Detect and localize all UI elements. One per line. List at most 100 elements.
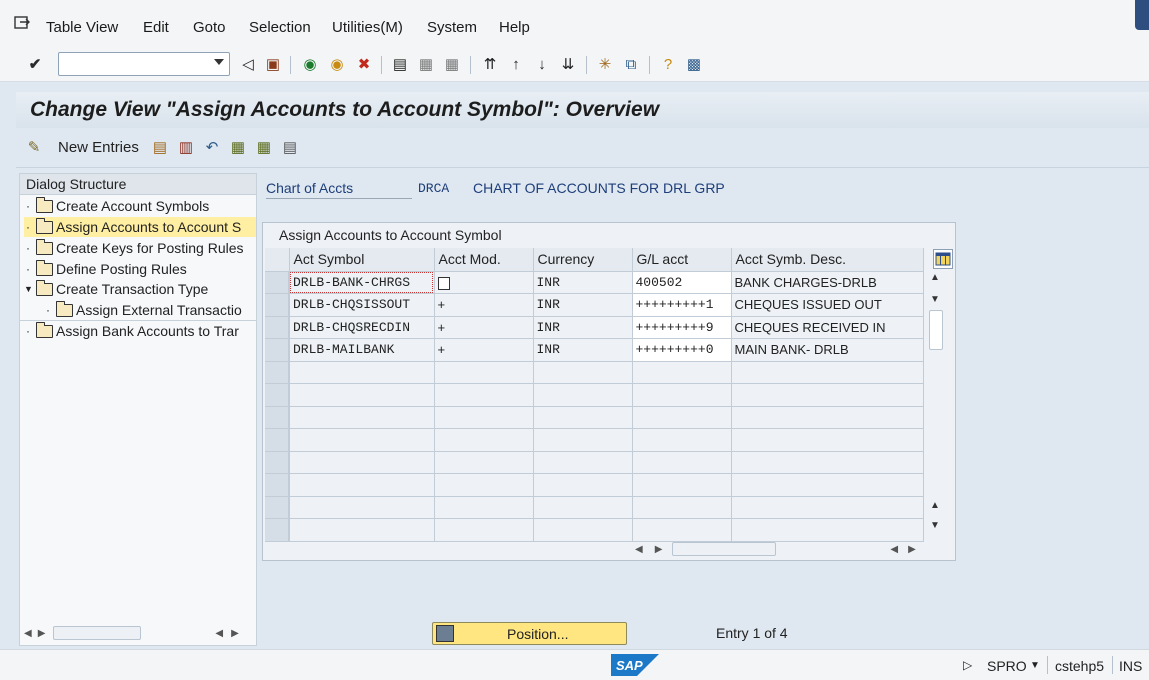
- empty-cell[interactable]: [632, 383, 732, 407]
- gl-acct-cell[interactable]: +++++++++9: [632, 316, 732, 339]
- last-page-icon[interactable]: ⇊: [558, 54, 578, 74]
- menu-system[interactable]: System: [427, 19, 477, 36]
- row-selector[interactable]: [265, 316, 290, 339]
- acct-mod-cell[interactable]: +: [434, 316, 534, 339]
- expanded-triangle-icon[interactable]: ▼: [24, 284, 33, 294]
- status-system[interactable]: SPRO: [987, 658, 1027, 674]
- empty-cell[interactable]: [434, 428, 534, 452]
- act-symbol-cell[interactable]: DRLB-MAILBANK: [289, 338, 435, 362]
- chevron-down-icon[interactable]: [214, 59, 224, 65]
- scroll-up-icon[interactable]: ▲: [930, 272, 940, 283]
- exit-icon[interactable]: ◉: [327, 54, 347, 74]
- table-settings-icon[interactable]: [933, 249, 953, 269]
- menu-selection[interactable]: Selection: [249, 19, 311, 36]
- tree-item-assign-accounts[interactable]: · Assign Accounts to Account S: [24, 217, 256, 237]
- tree-item-create-transaction-type[interactable]: ▼ Create Transaction Type: [24, 279, 256, 299]
- row-selector[interactable]: [265, 473, 290, 497]
- save-icon[interactable]: ▣: [263, 54, 283, 74]
- empty-cell[interactable]: [289, 518, 435, 542]
- gl-acct-cell[interactable]: +++++++++1: [632, 293, 732, 317]
- position-button[interactable]: Position...: [432, 622, 627, 645]
- empty-cell[interactable]: [731, 428, 924, 452]
- empty-cell[interactable]: [289, 451, 435, 474]
- act-symbol-cell[interactable]: DRLB-BANK-CHRGS: [289, 271, 435, 294]
- tree-item-create-account-symbols[interactable]: · Create Account Symbols: [24, 196, 256, 216]
- empty-cell[interactable]: [533, 451, 633, 474]
- empty-cell[interactable]: [289, 406, 435, 429]
- empty-cell[interactable]: [434, 496, 534, 519]
- empty-cell[interactable]: [632, 496, 732, 519]
- deselect-all-icon[interactable]: ▤: [280, 137, 300, 157]
- empty-cell[interactable]: [731, 361, 924, 384]
- help-icon[interactable]: ?: [658, 54, 678, 74]
- undo-change-icon[interactable]: ↶: [202, 137, 222, 157]
- empty-cell[interactable]: [533, 518, 633, 542]
- currency-cell[interactable]: INR: [533, 316, 633, 339]
- empty-cell[interactable]: [289, 496, 435, 519]
- empty-cell[interactable]: [731, 383, 924, 407]
- column-header-gl-acct[interactable]: G/L acct: [632, 248, 732, 272]
- row-selector[interactable]: [265, 451, 290, 474]
- scroll-right-icon[interactable]: ▶: [908, 544, 916, 555]
- empty-cell[interactable]: [632, 451, 732, 474]
- back-icon[interactable]: ◉: [300, 54, 320, 74]
- empty-cell[interactable]: [731, 451, 924, 474]
- tree-item-assign-bank-accounts[interactable]: · Assign Bank Accounts to Trar: [24, 321, 256, 341]
- currency-cell[interactable]: INR: [533, 293, 633, 317]
- column-header-act-symbol[interactable]: Act Symbol: [289, 248, 435, 272]
- empty-cell[interactable]: [632, 361, 732, 384]
- select-block-icon[interactable]: ▦: [254, 137, 274, 157]
- empty-cell[interactable]: [533, 496, 633, 519]
- next-page-icon[interactable]: ↓: [532, 54, 552, 74]
- cancel-icon[interactable]: ✖: [354, 54, 374, 74]
- empty-cell[interactable]: [632, 428, 732, 452]
- empty-cell[interactable]: [731, 473, 924, 497]
- status-mode[interactable]: INS: [1119, 658, 1142, 674]
- row-selector[interactable]: [265, 518, 290, 542]
- first-page-icon[interactable]: ⇈: [480, 54, 500, 74]
- scroll-thumb[interactable]: [53, 626, 142, 640]
- value-help-icon[interactable]: [437, 276, 450, 290]
- enter-check-icon[interactable]: ✔: [25, 54, 45, 74]
- empty-cell[interactable]: [533, 406, 633, 429]
- command-field[interactable]: [58, 52, 230, 76]
- chevron-down-icon[interactable]: ▼: [1030, 660, 1040, 671]
- row-selector[interactable]: [265, 361, 290, 384]
- scroll-left-icon[interactable]: ◀: [24, 628, 32, 639]
- empty-cell[interactable]: [533, 428, 633, 452]
- menu-edit[interactable]: Edit: [143, 19, 169, 36]
- empty-cell[interactable]: [434, 383, 534, 407]
- gl-acct-cell[interactable]: +++++++++0: [632, 338, 732, 362]
- back-arrow-icon[interactable]: ◁: [238, 54, 258, 74]
- menu-goto[interactable]: Goto: [193, 19, 226, 36]
- column-header-currency[interactable]: Currency: [533, 248, 633, 272]
- row-selector[interactable]: [265, 293, 290, 317]
- currency-cell[interactable]: INR: [533, 271, 633, 294]
- empty-cell[interactable]: [731, 496, 924, 519]
- empty-cell[interactable]: [289, 473, 435, 497]
- empty-cell[interactable]: [289, 428, 435, 452]
- copy-as-icon[interactable]: ▤: [150, 137, 170, 157]
- row-selector[interactable]: [265, 271, 290, 294]
- empty-cell[interactable]: [434, 518, 534, 542]
- acct-symb-desc-cell[interactable]: BANK CHARGES-DRLB: [731, 271, 924, 294]
- empty-cell[interactable]: [731, 406, 924, 429]
- print-icon[interactable]: ▤: [390, 54, 410, 74]
- empty-cell[interactable]: [731, 518, 924, 542]
- empty-cell[interactable]: [434, 406, 534, 429]
- previous-page-icon[interactable]: ↑: [506, 54, 526, 74]
- acct-mod-cell[interactable]: +: [434, 293, 534, 317]
- row-selector[interactable]: [265, 428, 290, 452]
- table-vertical-scrollbar[interactable]: ▲ ▼ ▲ ▼: [927, 270, 943, 536]
- acct-symb-desc-cell[interactable]: MAIN BANK- DRLB: [731, 338, 924, 362]
- empty-cell[interactable]: [533, 473, 633, 497]
- row-selector[interactable]: [265, 406, 290, 429]
- scroll-down-icon[interactable]: ▼: [930, 520, 940, 531]
- acct-mod-cell[interactable]: [434, 271, 534, 294]
- column-header-acct-mod[interactable]: Acct Mod.: [434, 248, 534, 272]
- empty-cell[interactable]: [434, 361, 534, 384]
- scroll-right-icon[interactable]: ▶: [38, 628, 46, 639]
- gl-acct-cell[interactable]: 400502: [632, 271, 732, 294]
- act-symbol-cell[interactable]: DRLB-CHQSRECDIN: [289, 316, 435, 339]
- new-session-icon[interactable]: ✳: [595, 54, 615, 74]
